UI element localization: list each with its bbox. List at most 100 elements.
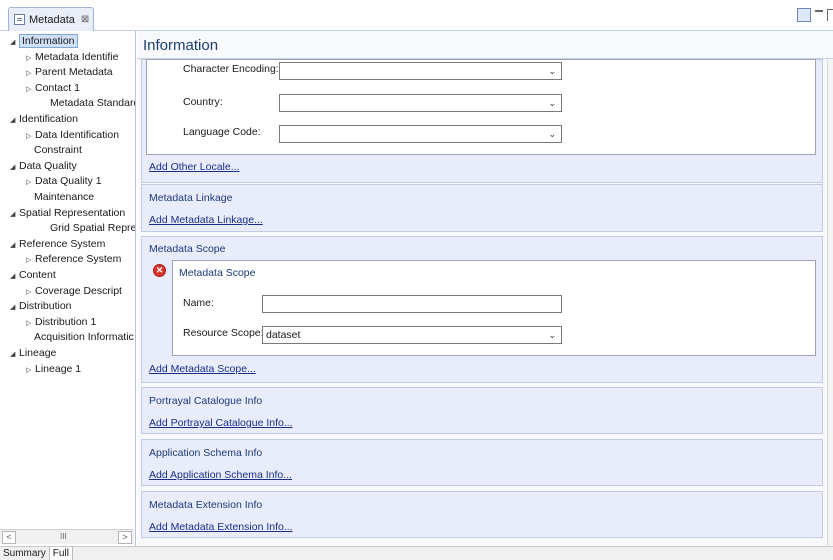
country-select[interactable]: ⌄ <box>279 94 562 112</box>
bottom-tabs: Summary Full <box>0 546 833 560</box>
tab-title: Metadata <box>29 13 75 26</box>
tree-item[interactable]: Metadata Standard <box>50 96 135 112</box>
expanded-arrow-icon[interactable]: ◢ <box>10 35 19 51</box>
collapsed-arrow-icon[interactable]: ▷ <box>26 175 35 191</box>
close-icon[interactable]: ⊠ <box>81 14 89 25</box>
tree-item[interactable]: ▷ Reference System <box>26 252 121 268</box>
collapsed-arrow-icon[interactable]: ▷ <box>26 51 35 67</box>
tree-item[interactable]: ◢ Spatial Representation <box>10 206 125 222</box>
collapsed-arrow-icon[interactable]: ▷ <box>26 129 35 145</box>
tree-item[interactable]: Constraint <box>34 143 82 159</box>
country-label: Country: <box>183 96 223 108</box>
tab-summary[interactable]: Summary <box>0 547 50 560</box>
collapsed-arrow-icon[interactable]: ▷ <box>26 253 35 269</box>
tree-item[interactable]: ▷ Data Identification <box>26 128 119 144</box>
metadata-scope-inner-panel: Metadata Scope Name: Resource Scope: dat… <box>172 260 816 356</box>
expanded-arrow-icon[interactable]: ◢ <box>10 300 19 316</box>
collapsed-arrow-icon[interactable]: ▷ <box>26 66 35 82</box>
expanded-arrow-icon[interactable]: ◢ <box>10 347 19 363</box>
outline-tree[interactable]: ◢ Information ▷ Metadata Identifie ▷ Parent M… <box>0 31 136 546</box>
add-portrayal-catalogue-link[interactable]: Add Portrayal Catalogue Info... <box>149 417 293 429</box>
language-code-select[interactable]: ⌄ <box>279 125 562 143</box>
tree-item[interactable]: ◢ Lineage <box>10 346 56 362</box>
page-title: Information <box>143 37 219 54</box>
tree-item[interactable]: Acquisition Informatic <box>34 330 134 346</box>
metadata-linkage-section: Metadata Linkage Add Metadata Linkage... <box>141 184 823 232</box>
collapsed-arrow-icon[interactable]: ▷ <box>26 316 35 332</box>
tree-item[interactable]: ▷ Parent Metadata <box>26 65 113 81</box>
expanded-arrow-icon[interactable]: ◢ <box>10 113 19 129</box>
tree-item[interactable]: ▷ Lineage 1 <box>26 362 81 378</box>
section-title: Metadata Linkage <box>149 192 233 204</box>
scroll-thumb[interactable]: III <box>60 530 67 544</box>
tree-horizontal-scrollbar[interactable]: < III > <box>0 529 134 544</box>
tree-item-label: Data Quality <box>19 159 77 172</box>
tree-item-label: Information <box>19 34 78 48</box>
tree-item[interactable]: Grid Spatial Repres <box>50 221 136 237</box>
vertical-scrollbar[interactable] <box>827 59 833 546</box>
scroll-left-button[interactable]: < <box>2 531 16 544</box>
tree-item[interactable]: Maintenance <box>34 190 94 206</box>
character-encoding-select[interactable]: ⌄ <box>279 62 562 80</box>
expanded-arrow-icon[interactable]: ◢ <box>10 160 19 176</box>
main-panel: Information Character Encoding: ⌄ Countr… <box>137 31 833 546</box>
tree-item-label: Contact 1 <box>35 81 80 94</box>
tree-item-label: Grid Spatial Repres <box>50 222 136 235</box>
view-menu-icon[interactable] <box>797 8 811 22</box>
tree-item[interactable]: ◢ Identification <box>10 112 78 128</box>
tree-item[interactable]: ◢ Reference System <box>10 237 105 253</box>
resource-scope-select[interactable]: dataset ⌄ <box>262 326 562 344</box>
tree-item[interactable]: ▷ Contact 1 <box>26 81 80 97</box>
expanded-arrow-icon[interactable]: ◢ <box>10 207 19 223</box>
section-title: Metadata Extension Info <box>149 499 263 511</box>
resource-scope-label: Resource Scope: <box>183 327 264 339</box>
minimize-icon[interactable] <box>815 10 823 12</box>
name-input[interactable] <box>262 295 562 313</box>
tree-item[interactable]: ▷ Coverage Descript <box>26 284 122 300</box>
tree-item-label: Lineage 1 <box>35 362 82 375</box>
add-application-schema-link[interactable]: Add Application Schema Info... <box>149 469 292 481</box>
tree-item-label: Parent Metadata <box>35 66 113 79</box>
error-icon: ✕ <box>153 264 166 277</box>
document-icon <box>14 14 25 25</box>
collapsed-arrow-icon[interactable]: ▷ <box>26 363 35 379</box>
tree-item-label: Spatial Representation <box>19 206 126 219</box>
collapsed-arrow-icon[interactable]: ▷ <box>26 285 35 301</box>
tree-item[interactable]: ▷ Distribution 1 <box>26 315 96 331</box>
chevron-down-icon: ⌄ <box>548 66 556 76</box>
tree-item-label: Coverage Descript <box>35 284 122 297</box>
tree-item-label: Acquisition Informatic <box>34 331 134 344</box>
tree-item[interactable]: ◢ Information <box>10 34 78 50</box>
chevron-down-icon: ⌄ <box>548 129 556 139</box>
add-metadata-scope-link[interactable]: Add Metadata Scope... <box>149 363 256 375</box>
tree-item[interactable]: ◢ Data Quality <box>10 159 77 175</box>
tree-item[interactable]: ▷ Data Quality 1 <box>26 174 102 190</box>
expanded-arrow-icon[interactable]: ◢ <box>10 269 19 285</box>
tree-item-label: Reference System <box>35 253 122 266</box>
metadata-scope-section: Metadata Scope ✕ Metadata Scope Name: Re… <box>141 236 823 383</box>
expanded-arrow-icon[interactable]: ◢ <box>10 238 19 254</box>
metadata-extension-section: Metadata Extension Info Add Metadata Ext… <box>141 491 823 538</box>
locale-section: Character Encoding: ⌄ Country: ⌄ Languag… <box>141 59 823 183</box>
tree-item[interactable]: ◢ Distribution <box>10 299 72 315</box>
tree-item-label: Identification <box>19 113 78 125</box>
tab-metadata[interactable]: Metadata ⊠ <box>8 7 94 31</box>
section-title: Portrayal Catalogue Info <box>149 395 263 407</box>
language-code-label: Language Code: <box>183 126 261 138</box>
locale-inner-panel: Character Encoding: ⌄ Country: ⌄ Languag… <box>146 59 816 155</box>
resource-scope-value: dataset <box>266 329 301 341</box>
scroll-right-button[interactable]: > <box>118 531 132 544</box>
tree-item[interactable]: ▷ Metadata Identifie <box>26 50 118 66</box>
tree-item-label: Maintenance <box>34 191 95 203</box>
add-metadata-linkage-link[interactable]: Add Metadata Linkage... <box>149 214 263 226</box>
tree-item[interactable]: ◢ Content <box>10 268 56 284</box>
section-title: Application Schema Info <box>149 447 263 459</box>
maximize-icon[interactable] <box>827 9 833 21</box>
collapsed-arrow-icon[interactable]: ▷ <box>26 82 35 98</box>
tab-full[interactable]: Full <box>49 547 73 560</box>
add-other-locale-link[interactable]: Add Other Locale... <box>149 161 239 173</box>
inner-title: Metadata Scope <box>179 267 256 279</box>
tree-item-label: Distribution <box>19 300 72 313</box>
character-encoding-label: Character Encoding: <box>183 63 279 75</box>
add-metadata-extension-link[interactable]: Add Metadata Extension Info... <box>149 521 293 533</box>
